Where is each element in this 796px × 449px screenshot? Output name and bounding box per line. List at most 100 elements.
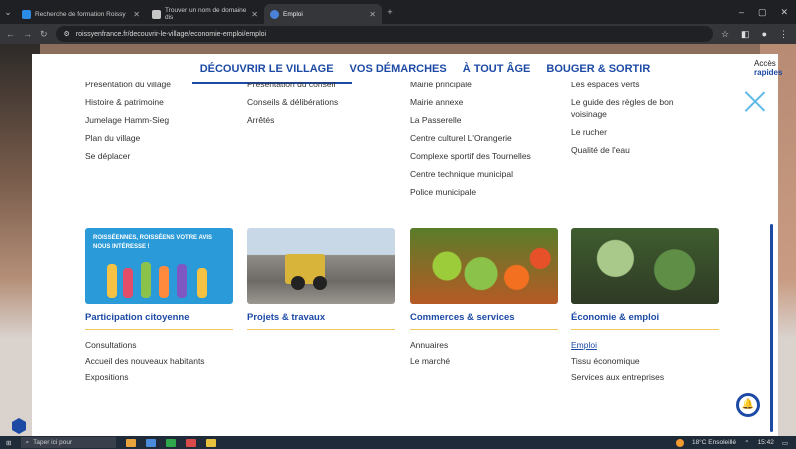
projets-image[interactable]	[247, 228, 395, 304]
menu-link[interactable]: Se déplacer	[85, 150, 171, 162]
wheel-shape	[291, 276, 305, 290]
card-link[interactable]: Consultations	[85, 340, 233, 350]
address-bar[interactable]: ⚙ roissyenfrance.fr/decouvrir-le-village…	[55, 26, 713, 42]
browser-toolbar: ← → ↻ ⚙ roissyenfrance.fr/decouvrir-le-v…	[0, 24, 796, 44]
menu-link[interactable]: La Passerelle	[410, 114, 531, 126]
menu-link[interactable]: Jumelage Hamm-Sieg	[85, 114, 171, 126]
browser-tab-strip: ⌄ Recherche de formation Roissy ✕ Trouve…	[0, 0, 796, 24]
nav-vos-demarches[interactable]: VOS DÉMARCHES	[350, 63, 447, 75]
close-menu-icon[interactable]	[744, 90, 766, 112]
menu-link[interactable]: Les espaces verts	[571, 82, 701, 90]
tab-close-icon[interactable]: ✕	[251, 10, 258, 19]
web-page: DÉCOUVRIR LE VILLAGE VOS DÉMARCHES À TOU…	[0, 44, 796, 436]
new-tab-button[interactable]: +	[382, 7, 398, 17]
profile-icon[interactable]: ●	[762, 29, 767, 40]
person-figure	[107, 264, 117, 298]
app-icon[interactable]	[126, 438, 137, 447]
back-arrow-icon[interactable]: ←	[6, 29, 15, 39]
url-text: roissyenfrance.fr/decouvrir-le-village/e…	[75, 30, 267, 38]
card-title[interactable]: Commerces & services	[410, 312, 558, 330]
card-title[interactable]: Projets & travaux	[247, 312, 395, 330]
card-link[interactable]: Tissu économique	[571, 356, 719, 366]
menu-link[interactable]: Arrêtés	[247, 114, 338, 126]
participation-image[interactable]: ROISSÉENNES, ROISSÉENS VOTRE AVIS NOUS I…	[85, 228, 233, 304]
app-icon[interactable]	[186, 438, 197, 447]
menu-link[interactable]: Conseils & délibérations	[247, 96, 338, 108]
acces-rapides-link[interactable]: Accès rapides	[754, 59, 782, 77]
card-link[interactable]: Services aux entreprises	[571, 372, 719, 382]
windows-start-icon[interactable]: ⊞	[6, 439, 11, 447]
close-window-button[interactable]: ✕	[780, 7, 788, 18]
menu-link[interactable]: Le guide des règles de bon voisinage	[571, 96, 701, 120]
nav-decouvrir-le-village[interactable]: DÉCOUVRIR LE VILLAGE	[200, 63, 334, 75]
card-title[interactable]: Économie & emploi	[571, 312, 719, 330]
notifications-icon[interactable]: ▭	[782, 439, 788, 447]
reload-icon[interactable]: ↻	[40, 29, 48, 40]
menu-link[interactable]: Mairie principale	[410, 82, 531, 90]
search-placeholder: Taper ici pour	[33, 439, 73, 446]
taskbar-search[interactable]: ⌕ Taper ici pour	[21, 437, 117, 448]
search-icon: ⌕	[25, 438, 30, 446]
tab-domaine[interactable]: Trouver un nom de domaine dis ✕	[146, 4, 264, 24]
tab-favicon-icon	[270, 9, 279, 19]
menu-link[interactable]: Complexe sportif des Tournelles	[410, 150, 531, 162]
card-link-current[interactable]: Emploi	[571, 340, 719, 350]
card-link[interactable]: Expositions	[85, 372, 233, 382]
menu-link[interactable]: Plan du village	[85, 132, 171, 144]
menu-column-equipements: Mairie principale Mairie annexe La Passe…	[410, 78, 531, 204]
wheel-shape	[313, 276, 327, 290]
app-icon[interactable]	[146, 438, 157, 447]
menu-column-village: Présentation du village Histoire & patri…	[85, 78, 171, 168]
person-figure	[177, 264, 187, 298]
maximize-button[interactable]: ▢	[758, 7, 767, 18]
tab-emploi[interactable]: Emploi ✕	[264, 4, 382, 24]
participation-image-text: ROISSÉENNES, ROISSÉENS VOTRE AVIS NOUS I…	[93, 235, 213, 250]
card-commerces-services: Commerces & services Annuaires Le marché	[410, 228, 558, 372]
mega-menu-panel: DÉCOUVRIR LE VILLAGE VOS DÉMARCHES À TOU…	[32, 54, 782, 436]
menu-link[interactable]: Centre culturel L'Orangerie	[410, 132, 531, 144]
person-figure	[159, 266, 169, 298]
bookmark-star-icon[interactable]: ☆	[721, 29, 729, 40]
tab-favicon-icon	[22, 9, 31, 19]
economie-image[interactable]	[571, 228, 719, 304]
commerces-image[interactable]	[410, 228, 558, 304]
tab-close-icon[interactable]: ✕	[369, 10, 376, 19]
menu-link[interactable]: Centre technique municipal	[410, 168, 531, 180]
wifi-icon[interactable]: ⌃	[744, 439, 749, 447]
menu-scrollbar[interactable]	[770, 224, 773, 432]
app-icon[interactable]	[166, 438, 177, 447]
clock[interactable]: 15:42	[758, 439, 774, 446]
menu-link[interactable]: Présentation du conseil	[247, 82, 338, 90]
rapides-label: rapides	[754, 68, 783, 77]
site-info-icon[interactable]: ⚙	[64, 30, 70, 38]
nav-bouger-sortir[interactable]: BOUGER & SORTIR	[546, 63, 650, 75]
card-link[interactable]: Accueil des nouveaux habitants	[85, 356, 233, 366]
window-controls: – ▢ ✕	[739, 7, 796, 18]
card-title[interactable]: Participation citoyenne	[85, 312, 233, 330]
card-link[interactable]: Le marché	[410, 356, 558, 366]
menu-link[interactable]: Police municipale	[410, 186, 531, 198]
sun-weather-icon	[675, 438, 684, 447]
chrome-icon[interactable]	[206, 438, 217, 447]
forward-arrow-icon[interactable]: →	[23, 29, 32, 39]
tab-close-icon[interactable]: ✕	[133, 10, 140, 19]
tab-title: Recherche de formation Roissy	[35, 10, 126, 18]
sidebar-icon[interactable]: ◧	[741, 29, 750, 40]
tab-formation[interactable]: Recherche de formation Roissy ✕	[16, 4, 146, 24]
menu-link[interactable]: Le rucher	[571, 126, 701, 138]
menu-link[interactable]: Présentation du village	[85, 82, 171, 90]
minimize-button[interactable]: –	[739, 7, 744, 18]
nav-a-tout-age[interactable]: À TOUT ÂGE	[463, 63, 531, 75]
menu-link[interactable]: Qualité de l'eau	[571, 144, 701, 156]
notification-bell-icon[interactable]: 🔔	[736, 393, 760, 417]
menu-kebab-icon[interactable]: ⋮	[779, 29, 788, 40]
weather-text[interactable]: 18°C Ensoleillé	[692, 439, 736, 446]
card-link[interactable]: Annuaires	[410, 340, 558, 350]
card-economie-emploi: Économie & emploi Emploi Tissu économiqu…	[571, 228, 719, 388]
person-figure	[141, 262, 151, 298]
menu-link[interactable]: Mairie annexe	[410, 96, 531, 108]
card-participation-citoyenne: ROISSÉENNES, ROISSÉENS VOTRE AVIS NOUS I…	[85, 228, 233, 388]
tab-search-icon[interactable]: ⌄	[0, 7, 16, 18]
menu-link[interactable]: Histoire & patrimoine	[85, 96, 171, 108]
windows-taskbar: ⊞ ⌕ Taper ici pour 18°C Ensoleillé ⌃ 15:…	[0, 436, 796, 449]
